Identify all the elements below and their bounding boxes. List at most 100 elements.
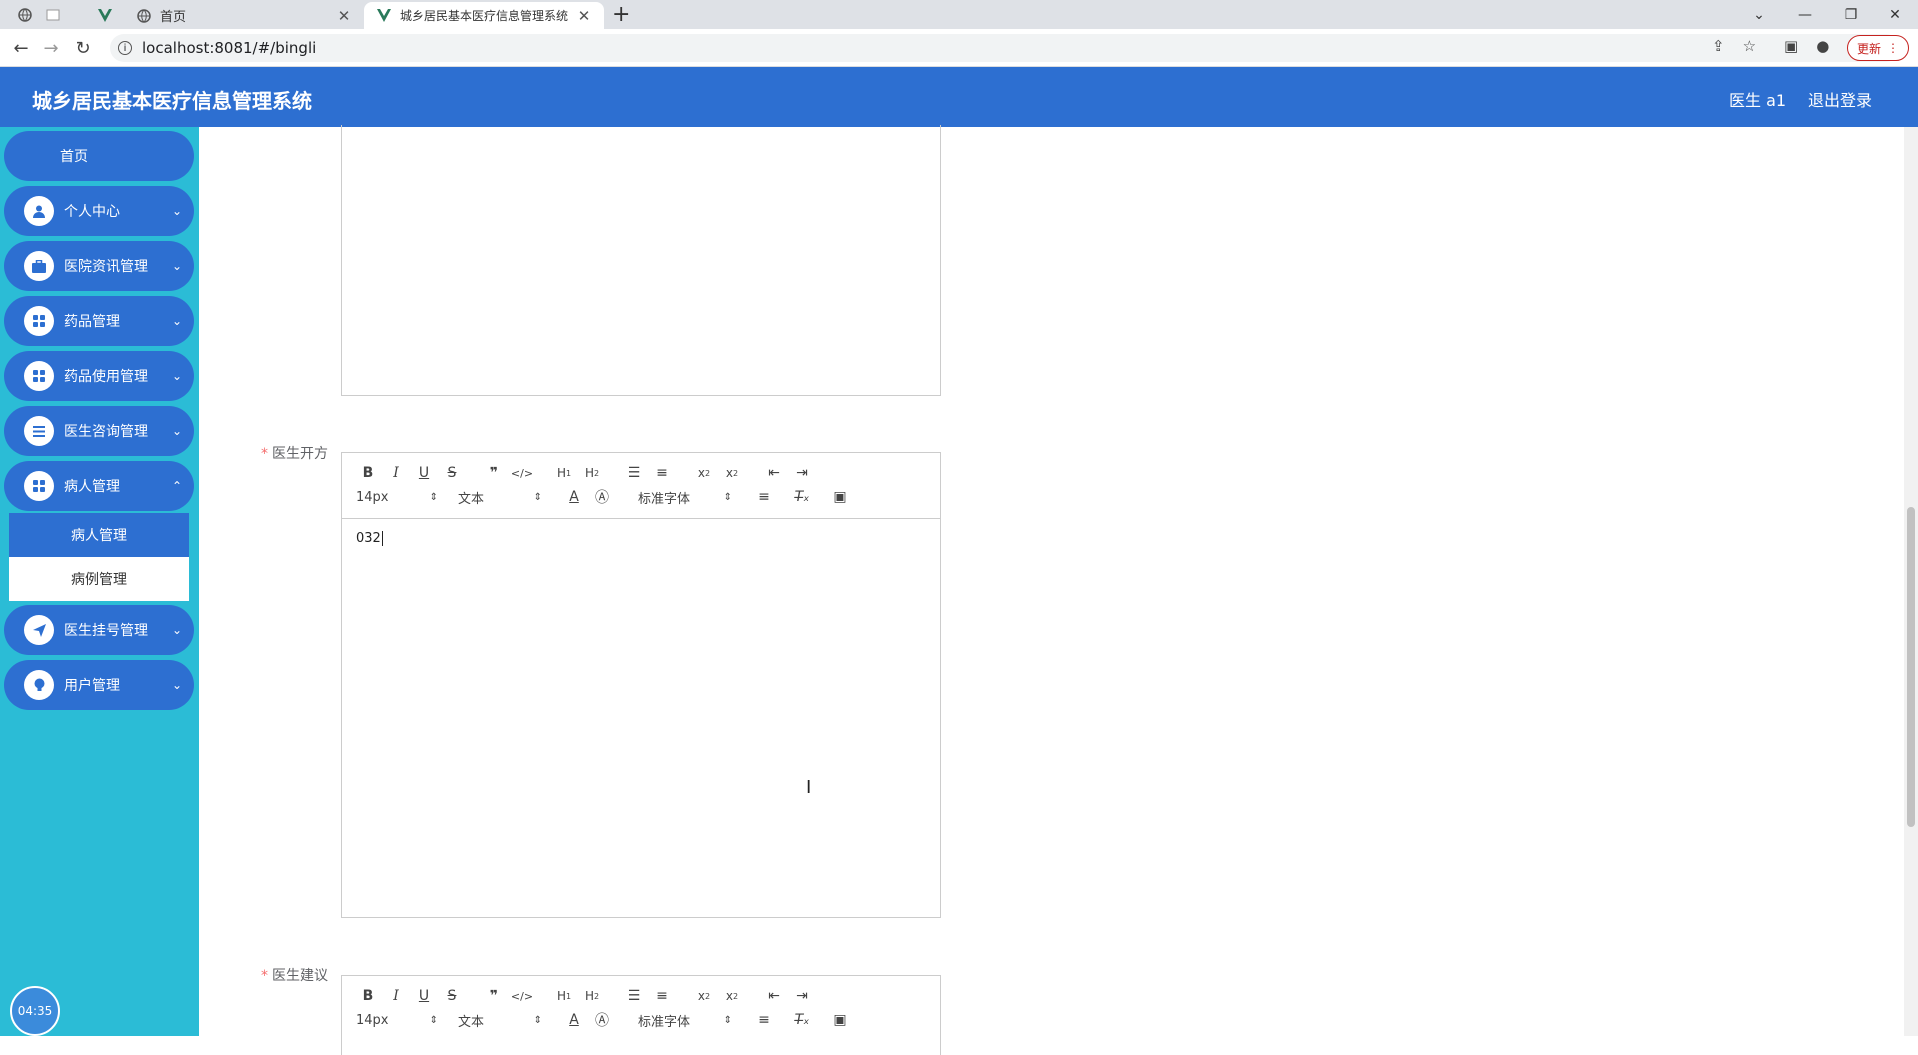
reload-icon[interactable]: ↻ bbox=[72, 37, 94, 59]
quote-icon[interactable]: ❞ bbox=[482, 463, 506, 483]
sidebar: 首页 个人中心 ⌄ 医院资讯管理 ⌄ 药品管理 ⌄ 药品使用管理 ⌄ 医生咨询管… bbox=[0, 127, 199, 1036]
underline-icon[interactable]: U bbox=[412, 463, 436, 483]
submenu-case-management[interactable]: 病例管理 bbox=[9, 557, 189, 601]
ordered-list-icon[interactable]: ☰ bbox=[622, 986, 646, 1006]
vue-tab-icon[interactable] bbox=[94, 5, 116, 25]
bold-icon[interactable]: B bbox=[356, 986, 380, 1006]
h2-icon[interactable]: H2 bbox=[580, 986, 604, 1006]
header-select[interactable]: 文本 ⇕ bbox=[458, 488, 542, 507]
restore-button[interactable]: ❐ bbox=[1828, 0, 1874, 29]
sidebar-item-registration[interactable]: 医生挂号管理 ⌄ bbox=[4, 605, 194, 655]
italic-icon[interactable]: I bbox=[384, 463, 408, 483]
globe-tab-icon[interactable] bbox=[14, 5, 36, 25]
list-icon bbox=[24, 416, 54, 446]
font-family-select[interactable]: 标准字体 ⇕ bbox=[638, 1011, 732, 1030]
image-icon[interactable]: ▣ bbox=[828, 487, 852, 507]
underline-icon[interactable]: U bbox=[412, 986, 436, 1006]
address-bar: ← → ↻ i localhost:8081/#/bingli ⇪ ☆ ▣ ● … bbox=[0, 29, 1918, 67]
h2-icon[interactable]: H2 bbox=[580, 463, 604, 483]
url-field[interactable]: i localhost:8081/#/bingli bbox=[110, 34, 1900, 62]
chevron-down-icon: ⌄ bbox=[171, 369, 182, 383]
font-size-select[interactable]: 14px ⇕ bbox=[356, 1013, 438, 1028]
minimize-button[interactable]: — bbox=[1782, 0, 1828, 29]
align-icon[interactable]: ≡ bbox=[752, 1010, 776, 1030]
tab-app[interactable]: 城乡居民基本医疗信息管理系统 ✕ bbox=[364, 2, 604, 29]
indent-icon[interactable]: ⇥ bbox=[790, 463, 814, 483]
bulb-icon bbox=[24, 670, 54, 700]
subscript-icon[interactable]: x2 bbox=[692, 986, 716, 1006]
background-color-icon[interactable]: Ⓐ bbox=[590, 1010, 614, 1030]
previous-editor-content[interactable] bbox=[341, 125, 941, 396]
update-button[interactable]: 更新 ⋮ bbox=[1847, 35, 1909, 61]
superscript-icon[interactable]: x2 bbox=[720, 463, 744, 483]
outdent-icon[interactable]: ⇤ bbox=[762, 986, 786, 1006]
header-select[interactable]: 文本 ⇕ bbox=[458, 1011, 542, 1030]
sidebar-item-drug-usage[interactable]: 药品使用管理 ⌄ bbox=[4, 351, 194, 401]
sidebar-item-personal-center[interactable]: 个人中心 ⌄ bbox=[4, 186, 194, 236]
chevron-down-icon[interactable]: ⌄ bbox=[1736, 0, 1782, 29]
chevron-up-icon: ⌃ bbox=[171, 479, 182, 493]
font-family-select[interactable]: 标准字体 ⇕ bbox=[638, 488, 732, 507]
sidebar-item-home[interactable]: 首页 bbox=[4, 131, 194, 181]
advice-label: * 医生建议 bbox=[261, 968, 328, 984]
tab-home[interactable]: 首页 ✕ bbox=[124, 2, 364, 29]
bullet-list-icon[interactable]: ≡ bbox=[650, 463, 674, 483]
star-icon[interactable]: ☆ bbox=[1743, 37, 1756, 55]
indent-icon[interactable]: ⇥ bbox=[790, 986, 814, 1006]
subscript-icon[interactable]: x2 bbox=[692, 463, 716, 483]
page-scrollbar[interactable] bbox=[1904, 127, 1918, 1036]
h1-icon[interactable]: H1 bbox=[552, 986, 576, 1006]
blank-tab-icon[interactable] bbox=[42, 5, 64, 25]
strike-icon[interactable]: S bbox=[440, 986, 464, 1006]
submenu-patient-management[interactable]: 病人管理 bbox=[9, 513, 189, 557]
app-header: 城乡居民基本医疗信息管理系统 医生 a1 退出登录 bbox=[0, 67, 1918, 127]
advice-editor: B I U S ❞ </> H1 H2 ☰ ≡ x2 x2 ⇤ ⇥ 14px ⇕ … bbox=[341, 975, 941, 1055]
sidebar-item-label: 首页 bbox=[60, 149, 88, 165]
code-icon[interactable]: </> bbox=[510, 986, 534, 1006]
sidebar-item-hospital-news[interactable]: 医院资讯管理 ⌄ bbox=[4, 241, 194, 291]
sidebar-item-label: 用户管理 bbox=[64, 678, 120, 694]
italic-icon[interactable]: I bbox=[384, 986, 408, 1006]
close-icon[interactable]: ✕ bbox=[576, 7, 592, 25]
sidebar-item-patients[interactable]: 病人管理 ⌃ bbox=[4, 461, 194, 511]
forward-icon[interactable]: → bbox=[40, 37, 62, 59]
outdent-icon[interactable]: ⇤ bbox=[762, 463, 786, 483]
clear-format-icon[interactable]: T̶ₓ bbox=[790, 487, 814, 507]
window-close-button[interactable]: ✕ bbox=[1872, 0, 1918, 29]
quote-icon[interactable]: ❞ bbox=[482, 986, 506, 1006]
ordered-list-icon[interactable]: ☰ bbox=[622, 463, 646, 483]
browser-tabstrip: 首页 ✕ 城乡居民基本医疗信息管理系统 ✕ + ⌄ — ❐ ✕ bbox=[0, 0, 1918, 29]
background-color-icon[interactable]: Ⓐ bbox=[590, 487, 614, 507]
text-cursor-icon: I bbox=[806, 777, 812, 798]
sidebar-item-label: 药品使用管理 bbox=[64, 369, 148, 385]
font-size-select[interactable]: 14px ⇕ bbox=[356, 490, 438, 505]
new-tab-button[interactable]: + bbox=[612, 2, 630, 27]
logout-button[interactable]: 退出登录 bbox=[1808, 87, 1872, 111]
profile-icon[interactable]: ● bbox=[1816, 37, 1829, 55]
bold-icon[interactable]: B bbox=[356, 463, 380, 483]
strike-icon[interactable]: S bbox=[440, 463, 464, 483]
sidebar-item-drugs[interactable]: 药品管理 ⌄ bbox=[4, 296, 194, 346]
back-icon[interactable]: ← bbox=[10, 37, 32, 59]
share-icon[interactable]: ⇪ bbox=[1712, 37, 1725, 55]
h1-icon[interactable]: H1 bbox=[552, 463, 576, 483]
font-color-icon[interactable]: A bbox=[562, 487, 586, 507]
align-icon[interactable]: ≡ bbox=[752, 487, 776, 507]
sidebar-item-doctor-consult[interactable]: 医生咨询管理 ⌄ bbox=[4, 406, 194, 456]
prescription-editor-content[interactable]: 032​ bbox=[342, 519, 940, 558]
submenu-label: 病例管理 bbox=[71, 572, 127, 588]
sidebar-item-label: 医院资讯管理 bbox=[64, 259, 148, 275]
bullet-list-icon[interactable]: ≡ bbox=[650, 986, 674, 1006]
superscript-icon[interactable]: x2 bbox=[720, 986, 744, 1006]
close-icon[interactable]: ✕ bbox=[336, 7, 352, 25]
sidepanel-icon[interactable]: ▣ bbox=[1784, 37, 1798, 55]
clear-format-icon[interactable]: T̶ₓ bbox=[790, 1010, 814, 1030]
code-icon[interactable]: </> bbox=[510, 463, 534, 483]
info-icon[interactable]: i bbox=[118, 41, 132, 55]
font-color-icon[interactable]: A bbox=[562, 1010, 586, 1030]
vue-icon bbox=[376, 8, 392, 24]
chevron-down-icon: ⌄ bbox=[171, 424, 182, 438]
sidebar-item-users[interactable]: 用户管理 ⌄ bbox=[4, 660, 194, 710]
image-icon[interactable]: ▣ bbox=[828, 1010, 852, 1030]
scrollbar-thumb[interactable] bbox=[1907, 507, 1915, 827]
